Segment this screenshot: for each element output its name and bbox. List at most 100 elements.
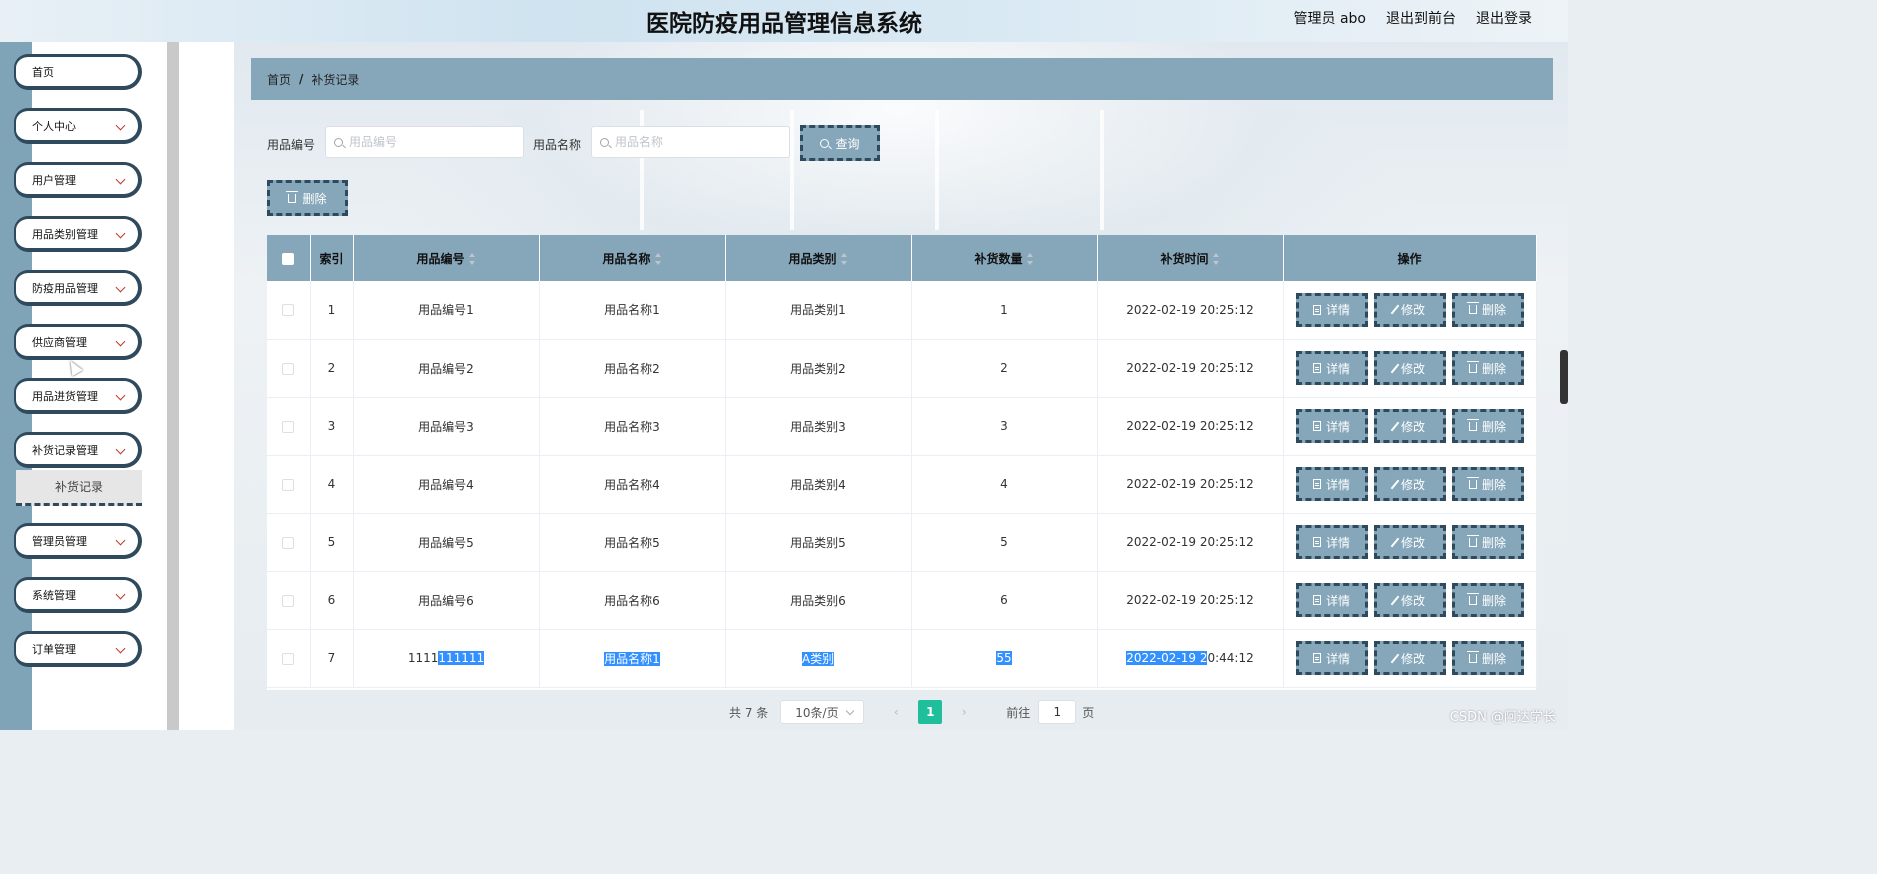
cell-name-highlight: 用品名称1 (604, 651, 660, 666)
header-label: 操作 (1397, 251, 1422, 266)
name-search-field[interactable] (591, 126, 790, 158)
delete-label: 删除 (1481, 361, 1506, 376)
header-label: 补货时间 (1160, 251, 1209, 266)
page-scrollbar[interactable] (1560, 350, 1568, 404)
delete-button[interactable]: 删除 (1451, 292, 1524, 327)
cell-category: A类别 (725, 629, 912, 688)
sidebar-item-users[interactable]: 用户管理 (14, 162, 142, 198)
page-number-active[interactable]: 1 (918, 700, 943, 724)
batch-delete-label: 删除 (302, 191, 327, 206)
sidebar-item-supplies[interactable]: 防疫用品管理 (14, 270, 142, 306)
delete-label: 删除 (1481, 535, 1506, 550)
select-all-checkbox[interactable] (282, 252, 295, 265)
detail-button[interactable]: 详情 (1295, 292, 1368, 327)
edit-button[interactable]: 修改 (1373, 409, 1446, 443)
sort-icon[interactable] (468, 253, 476, 265)
page-size-value: 10条/页 (795, 705, 839, 720)
edit-button[interactable]: 修改 (1373, 351, 1446, 385)
row-checkbox[interactable] (282, 304, 295, 317)
sort-icon[interactable] (1212, 253, 1220, 265)
trash-icon (1466, 302, 1479, 315)
sidebar-item-label: 防疫用品管理 (32, 281, 98, 295)
detail-button[interactable]: 详情 (1295, 351, 1368, 385)
chevron-down-icon (115, 535, 126, 546)
delete-label: 删除 (1481, 593, 1506, 608)
name-search-input[interactable] (615, 135, 775, 149)
row-checkbox[interactable] (282, 362, 295, 375)
goto-page-input[interactable] (1038, 700, 1077, 724)
delete-button[interactable]: 删除 (1451, 467, 1524, 501)
detail-button[interactable]: 详情 (1295, 467, 1368, 501)
row-checkbox[interactable] (282, 594, 295, 607)
column-header-name[interactable]: 用品名称 (539, 235, 726, 281)
document-icon (1312, 304, 1321, 315)
header-nav: 管理员 abo 退出到前台 退出登录 (1294, 8, 1532, 28)
chevron-down-icon (115, 228, 126, 239)
sidebar-scrollbar[interactable] (167, 42, 179, 730)
row-checkbox[interactable] (282, 652, 295, 665)
detail-label: 详情 (1325, 303, 1350, 318)
pagination: 共 7 条 10条/页 ‹ 1 › 前往 页 (729, 700, 1094, 724)
sort-icon[interactable] (1026, 253, 1034, 265)
sidebar-item-purchase[interactable]: 用品进货管理 (14, 378, 142, 414)
delete-button[interactable]: 删除 (1451, 583, 1524, 617)
page-size-select[interactable]: 10条/页 (780, 700, 865, 724)
edit-button[interactable]: 修改 (1373, 467, 1446, 501)
sidebar-item-profile[interactable]: 个人中心 (14, 108, 142, 144)
submenu-restock-records[interactable]: 补货记录 (16, 470, 142, 506)
logout-link[interactable]: 退出登录 (1476, 8, 1532, 28)
header-label: 索引 (319, 251, 344, 266)
sort-icon[interactable] (654, 253, 662, 265)
trash-icon (1466, 650, 1479, 663)
delete-button[interactable]: 删除 (1451, 641, 1524, 675)
edit-button[interactable]: 修改 (1373, 525, 1446, 559)
cell-actions: 详情 修改 删除 (1283, 339, 1537, 398)
cell-category: 用品类别3 (725, 397, 912, 456)
edit-button[interactable]: 修改 (1373, 583, 1446, 617)
batch-delete-button[interactable]: 删除 (267, 180, 348, 216)
cell-category: 用品类别2 (725, 339, 912, 398)
search-icon (600, 137, 609, 147)
detail-button[interactable]: 详情 (1295, 525, 1368, 559)
code-search-field[interactable] (325, 126, 524, 158)
cell-index: 5 (310, 513, 354, 572)
edit-button[interactable]: 修改 (1373, 292, 1446, 327)
detail-button[interactable]: 详情 (1295, 409, 1368, 443)
admin-user-link[interactable]: 管理员 abo (1294, 8, 1366, 28)
query-button[interactable]: 查询 (800, 125, 880, 161)
row-select-cell (267, 629, 311, 688)
row-select-cell (267, 281, 311, 340)
delete-button[interactable]: 删除 (1451, 351, 1524, 385)
row-checkbox[interactable] (282, 536, 295, 549)
sidebar-item-restock[interactable]: 补货记录管理 (14, 432, 142, 468)
detail-button[interactable]: 详情 (1295, 583, 1368, 617)
column-header-time[interactable]: 补货时间 (1097, 235, 1284, 281)
chevron-down-icon (115, 282, 126, 293)
row-checkbox[interactable] (282, 478, 295, 491)
edit-button[interactable]: 修改 (1373, 641, 1446, 675)
table-header-row: 索引 用品编号 用品名称 用品类别 补货数量 补货时间 操作 (267, 235, 1537, 281)
row-checkbox[interactable] (282, 420, 295, 433)
breadcrumb-home[interactable]: 首页 (267, 71, 291, 88)
delete-button[interactable]: 删除 (1451, 525, 1524, 559)
delete-label: 删除 (1481, 651, 1506, 666)
next-page-button[interactable]: › (952, 705, 976, 719)
delete-button[interactable]: 删除 (1451, 409, 1524, 443)
sort-icon[interactable] (840, 253, 848, 265)
sidebar-item-system[interactable]: 系统管理 (14, 577, 142, 613)
edit-icon (1390, 363, 1400, 373)
sidebar-item-orders[interactable]: 订单管理 (14, 631, 142, 667)
cell-qty: 55 (911, 629, 1098, 688)
code-search-input[interactable] (349, 135, 509, 149)
column-header-category[interactable]: 用品类别 (725, 235, 912, 281)
sidebar-item-suppliers[interactable]: 供应商管理 (14, 324, 142, 360)
prev-page-button[interactable]: ‹ (884, 705, 908, 719)
edit-label: 修改 (1400, 535, 1425, 550)
detail-button[interactable]: 详情 (1295, 641, 1368, 675)
sidebar-item-admins[interactable]: 管理员管理 (14, 523, 142, 559)
back-to-frontend-link[interactable]: 退出到前台 (1386, 8, 1456, 28)
sidebar-item-category[interactable]: 用品类别管理 (14, 216, 142, 252)
sidebar-item-home[interactable]: 首页 (14, 54, 142, 90)
column-header-qty[interactable]: 补货数量 (911, 235, 1098, 281)
column-header-code[interactable]: 用品编号 (353, 235, 540, 281)
